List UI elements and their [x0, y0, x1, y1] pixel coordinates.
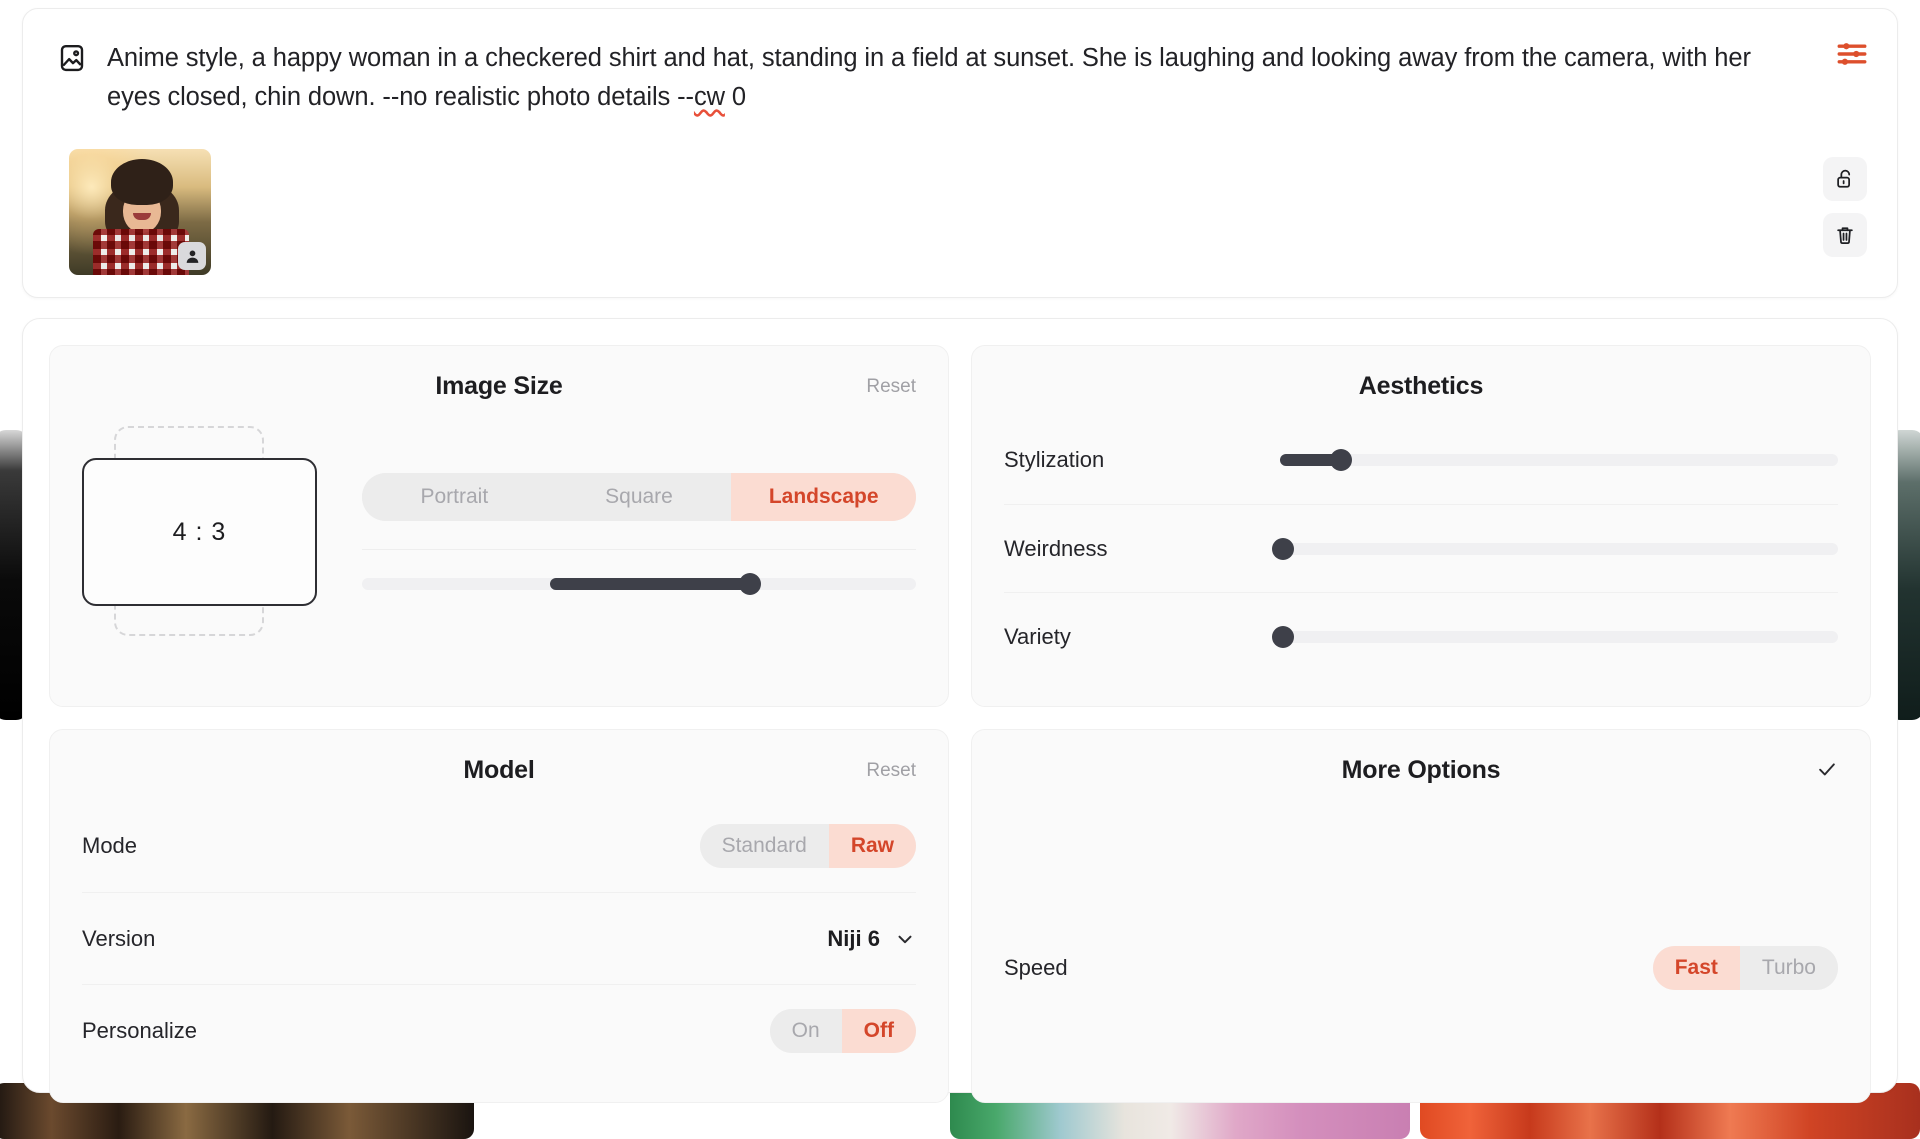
mode-option-raw[interactable]: Raw [829, 824, 916, 868]
reference-image-thumbnail[interactable] [69, 149, 211, 275]
check-icon [1816, 758, 1838, 780]
variety-label: Variety [1004, 624, 1254, 650]
orientation-option-portrait[interactable]: Portrait [362, 473, 547, 521]
orientation-segmented-control: Portrait Square Landscape [362, 473, 916, 521]
prompt-settings-button[interactable] [1835, 37, 1869, 71]
more-options-title: More Options [1342, 756, 1501, 784]
prompt-text-tail: 0 [725, 83, 746, 111]
model-row-personalize: Personalize On Off [82, 984, 916, 1076]
version-dropdown[interactable]: Niji 6 [827, 926, 916, 952]
panel-image-size: Image Size Reset 4 : 3 Portrait Square L… [49, 345, 949, 707]
aesthetics-header: Aesthetics [1004, 372, 1838, 416]
person-icon [184, 248, 201, 265]
settings-card: Image Size Reset 4 : 3 Portrait Square L… [22, 318, 1898, 1093]
model-row-version: Version Niji 6 [82, 892, 916, 984]
aesthetics-row-weirdness: Weirdness [1004, 504, 1838, 592]
settings-sheet: Anime style, a happy woman in a checkere… [22, 8, 1898, 1094]
stylization-slider-thumb[interactable] [1330, 449, 1352, 471]
prompt-text[interactable]: Anime style, a happy woman in a checkere… [107, 39, 1797, 117]
weirdness-slider-thumb[interactable] [1272, 538, 1294, 560]
speed-label: Speed [1004, 955, 1068, 981]
image-size-header: Image Size Reset [82, 372, 916, 416]
mode-segmented-control: Standard Raw [700, 824, 916, 868]
variety-slider[interactable] [1280, 631, 1838, 643]
weirdness-slider[interactable] [1280, 543, 1838, 555]
more-options-spacer [1004, 800, 1838, 922]
image-icon [57, 43, 87, 73]
more-options-row-speed: Speed Fast Turbo [1004, 922, 1838, 1014]
orientation-option-landscape[interactable]: Landscape [731, 473, 916, 521]
aesthetics-row-variety: Variety [1004, 592, 1838, 680]
model-row-mode: Mode Standard Raw [82, 800, 916, 892]
aspect-ratio-value: 4 : 3 [82, 458, 317, 606]
panel-more-options: More Options Speed Fast Turbo [971, 729, 1871, 1103]
unlock-icon [1834, 168, 1856, 190]
stylization-label: Stylization [1004, 447, 1254, 473]
version-value: Niji 6 [827, 926, 880, 952]
delete-button[interactable] [1823, 213, 1867, 257]
version-label: Version [82, 926, 155, 952]
speed-option-turbo[interactable]: Turbo [1740, 946, 1838, 990]
thumbnail-art-shirt [93, 229, 189, 275]
mode-label: Mode [82, 833, 137, 859]
personalize-option-on[interactable]: On [770, 1009, 842, 1053]
sliders-icon [1835, 37, 1869, 71]
variety-slider-thumb[interactable] [1272, 626, 1294, 648]
stylization-slider[interactable] [1280, 454, 1838, 466]
prompt-misspelled-token: cw [694, 83, 725, 111]
image-size-slider-thumb[interactable] [739, 573, 761, 595]
image-size-slider[interactable] [362, 578, 916, 590]
personalize-option-off[interactable]: Off [842, 1009, 916, 1053]
aspect-ratio-preview: 4 : 3 [82, 426, 322, 636]
panel-model: Model Reset Mode Standard Raw Version Ni… [49, 729, 949, 1103]
chevron-down-icon [894, 928, 916, 950]
prompt-text-main: Anime style, a happy woman in a checkere… [107, 44, 1751, 111]
prompt-card: Anime style, a happy woman in a checkere… [22, 8, 1898, 298]
weirdness-label: Weirdness [1004, 536, 1254, 562]
aesthetics-title: Aesthetics [1359, 372, 1483, 400]
speed-segmented-control: Fast Turbo [1653, 946, 1838, 990]
character-reference-badge[interactable] [178, 242, 206, 270]
personalize-label: Personalize [82, 1018, 197, 1044]
prompt-side-actions [1823, 157, 1867, 257]
image-size-divider [362, 549, 916, 550]
trash-icon [1834, 224, 1856, 246]
aesthetics-row-stylization: Stylization [1004, 416, 1838, 504]
speed-option-fast[interactable]: Fast [1653, 946, 1740, 990]
image-size-controls: Portrait Square Landscape [362, 473, 916, 590]
more-options-header: More Options [1004, 756, 1838, 800]
mode-option-standard[interactable]: Standard [700, 824, 829, 868]
image-size-reset-button[interactable]: Reset [866, 376, 916, 398]
orientation-option-square[interactable]: Square [547, 473, 732, 521]
model-reset-button[interactable]: Reset [866, 760, 916, 782]
model-title: Model [463, 756, 534, 784]
unlock-button[interactable] [1823, 157, 1867, 201]
image-size-title: Image Size [435, 372, 562, 400]
panel-aesthetics: Aesthetics Stylization Weirdness [971, 345, 1871, 707]
image-size-slider-fill [550, 578, 749, 590]
more-options-toggle-button[interactable] [1816, 758, 1838, 780]
personalize-segmented-control: On Off [770, 1009, 916, 1053]
thumbnail-art-hat [111, 159, 173, 205]
model-header: Model Reset [82, 756, 916, 800]
